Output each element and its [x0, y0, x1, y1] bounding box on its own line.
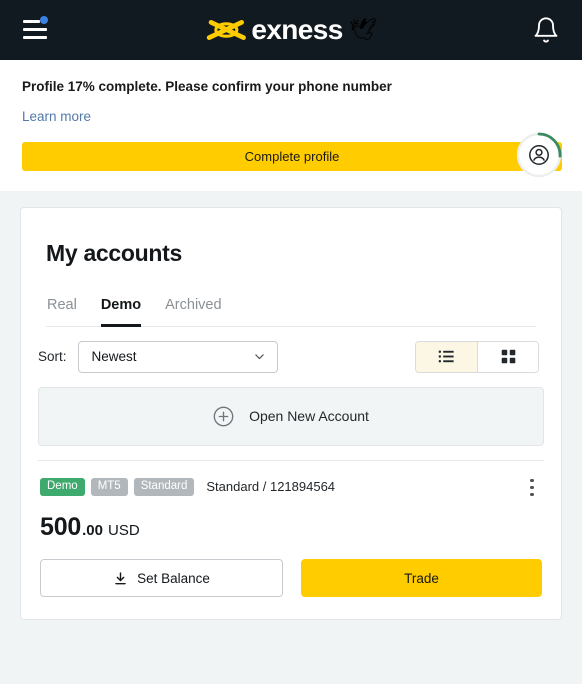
- page-body: My accounts Real Demo Archived Sort: New…: [0, 191, 582, 621]
- learn-more-link[interactable]: Learn more: [22, 109, 91, 124]
- view-mode-toggle: [415, 340, 539, 373]
- top-navigation-bar: exness 🕊: [0, 0, 582, 60]
- badge-account-type: Standard: [133, 477, 195, 497]
- progress-ring: [516, 132, 562, 178]
- account-balance: 500 .00 USD: [40, 513, 542, 542]
- page-title: My accounts: [46, 239, 183, 266]
- account-actions: Set Balance Trade: [40, 559, 542, 598]
- set-balance-label: Set Balance: [137, 570, 210, 586]
- kebab-dot: [530, 492, 534, 497]
- badge-platform: MT5: [90, 477, 128, 497]
- balance-integer: 500: [40, 513, 82, 542]
- list-controls: Sort: Newest: [21, 327, 561, 387]
- tab-archived[interactable]: Archived: [165, 297, 221, 327]
- trade-button[interactable]: Trade: [301, 559, 542, 598]
- plus-circle-icon: [213, 406, 234, 426]
- open-new-account-label: Open New Account: [249, 408, 369, 425]
- profile-progress-avatar[interactable]: [516, 132, 562, 178]
- set-balance-button[interactable]: Set Balance: [40, 559, 283, 598]
- hamburger-bar: [23, 20, 40, 23]
- download-icon: [115, 571, 126, 584]
- account-options-kebab-icon[interactable]: [520, 475, 544, 501]
- balance-currency: USD: [107, 522, 140, 540]
- list-view-icon: [438, 350, 454, 363]
- kebab-dot: [530, 485, 534, 490]
- account-type-tabs: Real Demo Archived: [46, 297, 536, 327]
- grid-view-icon: [501, 349, 515, 364]
- bell-glyph: [534, 17, 558, 43]
- grid-view-button[interactable]: [477, 341, 538, 372]
- profile-completion-banner: Profile 17% complete. Please confirm you…: [0, 60, 582, 191]
- card-bottom-spacer: [21, 597, 561, 619]
- hamburger-bar: [23, 36, 47, 39]
- hamburger-bar: [23, 28, 47, 31]
- balance-fraction: .00: [82, 522, 103, 540]
- hamburger-menu-icon[interactable]: [23, 16, 53, 44]
- sort-label: Sort:: [38, 349, 67, 365]
- notification-bell-icon[interactable]: [532, 16, 560, 44]
- kebab-dot: [530, 478, 534, 483]
- my-accounts-card: My accounts Real Demo Archived Sort: New…: [20, 206, 562, 621]
- banner-title: Profile 17% complete. Please confirm you…: [22, 79, 392, 94]
- list-view-button[interactable]: [416, 341, 477, 372]
- dove-icon: 🕊: [348, 17, 377, 42]
- account-list-item: Demo MT5 Standard Standard / 121894564 5…: [38, 459, 544, 598]
- exness-x-mark-icon: [206, 19, 246, 41]
- complete-profile-button[interactable]: Complete profile: [22, 141, 562, 171]
- sort-selected-value: Newest: [91, 349, 137, 365]
- account-badges: Demo MT5 Standard Standard / 121894564: [40, 477, 542, 497]
- sort-group: Sort: Newest: [38, 340, 278, 373]
- tab-demo[interactable]: Demo: [100, 297, 142, 327]
- exness-wordmark: exness: [251, 14, 343, 45]
- sort-select[interactable]: Newest: [77, 340, 278, 373]
- tab-real[interactable]: Real: [47, 297, 77, 327]
- account-meta: Standard / 121894564: [206, 479, 336, 495]
- exness-logo[interactable]: exness 🕊: [205, 14, 377, 45]
- notification-dot-badge: [40, 16, 48, 24]
- card-header: My accounts Real Demo Archived: [21, 208, 561, 327]
- badge-demo: Demo: [40, 477, 85, 497]
- chevron-down-icon: [254, 354, 264, 360]
- open-new-account-button[interactable]: Open New Account: [38, 386, 544, 446]
